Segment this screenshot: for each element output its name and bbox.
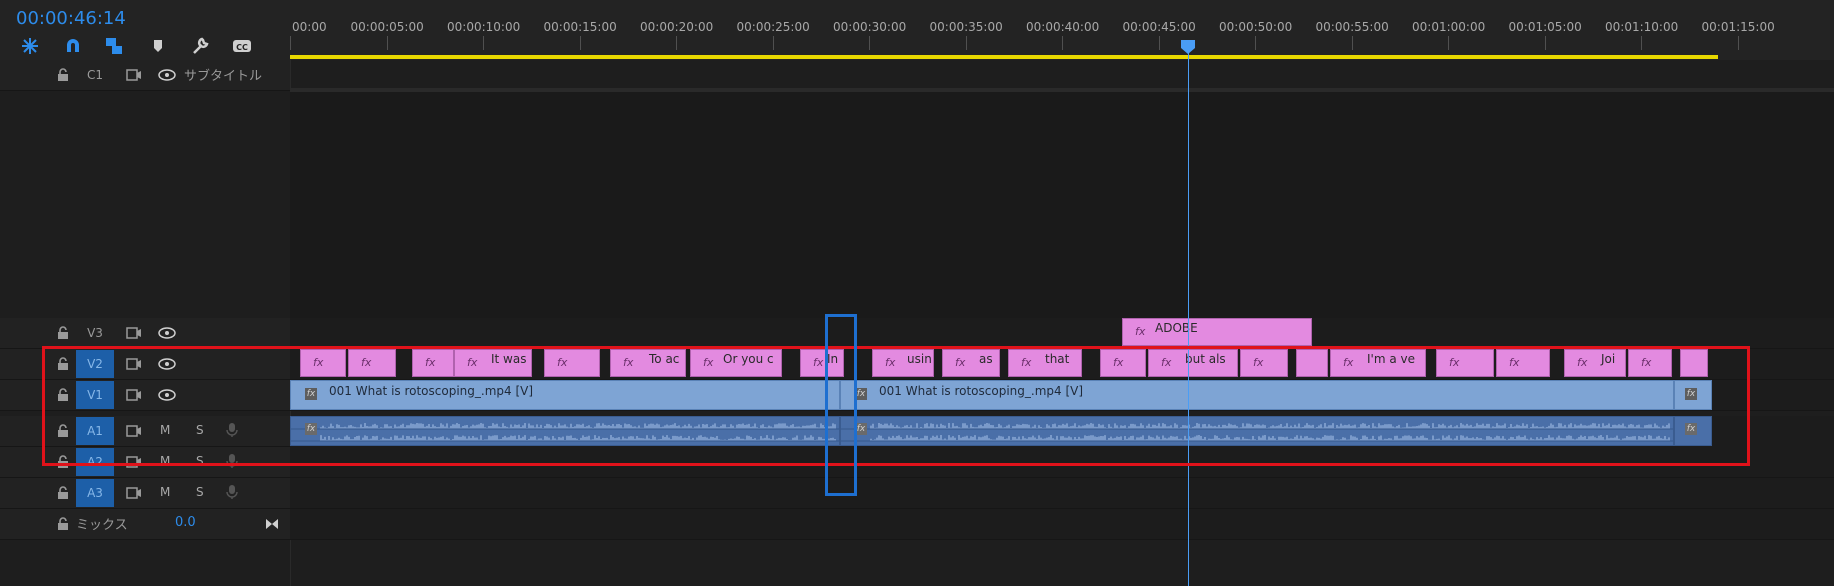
ruler-tick-label: 00:00:05:00 <box>350 20 424 34</box>
track-header-a3: A3 M S <box>0 478 290 509</box>
mix-collapse-icon[interactable] <box>265 518 279 530</box>
ruler-tick-mark <box>1158 36 1160 50</box>
timeline-settings-wrench-icon[interactable] <box>190 36 210 56</box>
add-marker-icon[interactable] <box>148 36 168 56</box>
playhead-line[interactable] <box>1188 40 1189 586</box>
eye-icon[interactable] <box>158 327 176 339</box>
ruler-tick-mark <box>1062 36 1063 50</box>
track-header-mix: ミックス 0.0 <box>0 509 290 540</box>
track-label-a3[interactable]: A3 <box>76 479 114 507</box>
playhead-handle-icon[interactable] <box>1181 40 1195 54</box>
ruler-tick-mark <box>1255 36 1256 50</box>
ruler-tick-label: 00:00:40:00 <box>1026 20 1100 34</box>
track-header-v3: V3 <box>0 318 290 349</box>
ruler-tick-label: 00:00 <box>292 20 327 34</box>
ruler-tick-mark <box>290 36 291 50</box>
mic-icon[interactable] <box>226 484 238 500</box>
playhead-timecode[interactable]: 00:00:46:14 <box>16 8 126 29</box>
fx-badge-icon: fx <box>1135 325 1146 338</box>
ruler-tick-mark <box>772 36 774 50</box>
svg-text:CC: CC <box>236 43 248 52</box>
ruler-tick-label: 00:00:20:00 <box>640 20 714 34</box>
ruler-tick-label: 00:01:00:00 <box>1412 20 1486 34</box>
ruler-tick-mark <box>579 36 581 50</box>
ruler-tick-mark <box>676 36 677 50</box>
ruler-tick-mark <box>1737 36 1739 50</box>
ruler-tick-label: 00:00:35:00 <box>929 20 1003 34</box>
track-label-c1[interactable]: C1 <box>76 61 114 89</box>
ruler-tick-mark <box>1544 36 1546 50</box>
insert-nest-icon[interactable] <box>20 36 40 56</box>
ruler-tick-label: 00:00:25:00 <box>736 20 810 34</box>
highlight-box-red <box>42 346 1750 466</box>
lock-icon[interactable] <box>56 68 70 82</box>
ruler-tick-mark <box>386 36 388 50</box>
ruler-tick-mark <box>483 36 484 50</box>
sync-lock-icon[interactable] <box>126 486 142 500</box>
ruler-tick-label: 00:01:10:00 <box>1605 20 1679 34</box>
lock-icon[interactable] <box>56 326 70 340</box>
eye-icon[interactable] <box>158 69 176 81</box>
track-header-c1: C1 サブタイトル <box>0 60 290 91</box>
track-label-v3[interactable]: V3 <box>76 319 114 347</box>
linked-selection-icon[interactable] <box>104 36 124 56</box>
ruler-tick-mark <box>869 36 870 50</box>
ruler-tick-label: 00:00:30:00 <box>833 20 907 34</box>
work-area-bar[interactable] <box>290 55 1718 59</box>
caption-track-area[interactable] <box>290 92 1834 318</box>
captions-cc-icon[interactable]: CC <box>232 36 252 56</box>
lock-icon[interactable] <box>56 517 70 531</box>
ruler-tick-label: 00:00:50:00 <box>1219 20 1293 34</box>
sync-lock-icon[interactable] <box>126 326 142 340</box>
lane-v3[interactable]: fx ADOBE <box>290 318 1834 349</box>
clip-v3[interactable]: fx ADOBE <box>1122 318 1312 346</box>
clip-label: ADOBE <box>1155 321 1198 335</box>
ruler-tick-label: 00:01:05:00 <box>1508 20 1582 34</box>
sync-lock-icon[interactable] <box>126 68 142 82</box>
mute-button[interactable]: M <box>160 485 170 499</box>
ruler-tick-label: 00:00:15:00 <box>543 20 617 34</box>
mix-volume-value[interactable]: 0.0 <box>175 515 196 530</box>
highlight-box-blue <box>825 314 857 496</box>
ruler-tick-mark <box>965 36 967 50</box>
solo-button[interactable]: S <box>196 485 204 499</box>
snap-magnet-icon[interactable] <box>63 36 83 56</box>
ruler-tick-label: 00:00:45:00 <box>1122 20 1196 34</box>
lane-mix <box>290 509 1834 540</box>
mix-label: ミックス <box>76 518 128 533</box>
ruler-tick-mark <box>1448 36 1449 50</box>
lock-icon[interactable] <box>56 486 70 500</box>
ruler-tick-label: 00:00:10:00 <box>447 20 521 34</box>
ruler-tick-label: 00:00:55:00 <box>1315 20 1389 34</box>
lane-a3[interactable] <box>290 478 1834 509</box>
ruler-tick-mark <box>1641 36 1642 50</box>
ruler-tick-label: 00:01:15:00 <box>1701 20 1775 34</box>
subtitle-track-name: サブタイトル <box>184 69 263 84</box>
ruler-tick-mark <box>1351 36 1353 50</box>
